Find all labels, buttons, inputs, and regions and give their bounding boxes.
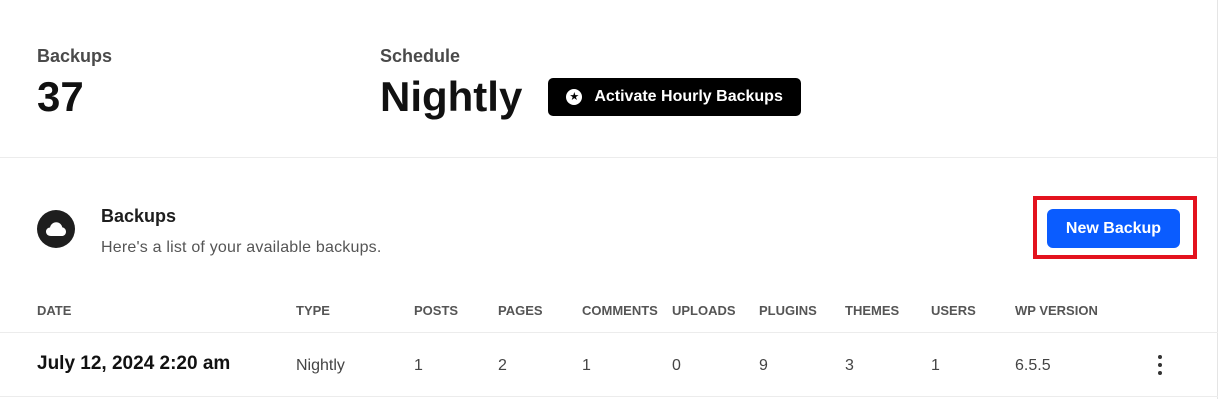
activate-hourly-backups-label: Activate Hourly Backups — [594, 88, 783, 105]
section-title: Backups — [101, 206, 177, 226]
schedule-value: Nightly — [380, 73, 523, 120]
table-row[interactable]: July 12, 2024 2:20 am Nightly 1 2 1 0 9 … — [0, 333, 1218, 397]
header-date: DATE — [37, 303, 72, 318]
backups-list-card: Backups Here's a list of your available … — [0, 158, 1218, 399]
header-pages: PAGES — [498, 303, 543, 318]
section-description: Here's a list of your available backups. — [101, 239, 382, 256]
header-posts: POSTS — [414, 303, 459, 318]
row-posts: 1 — [414, 357, 423, 374]
row-uploads: 0 — [672, 357, 681, 374]
header-uploads: UPLOADS — [672, 303, 736, 318]
activate-hourly-backups-button[interactable]: ★ Activate Hourly Backups — [548, 78, 801, 116]
new-backup-button[interactable]: New Backup — [1047, 209, 1180, 248]
row-plugins: 9 — [759, 357, 768, 374]
backups-stat: Backups 37 — [37, 46, 112, 118]
star-icon: ★ — [566, 89, 583, 105]
schedule-stat: Schedule Nightly ★ Activate Hourly Backu… — [380, 46, 801, 118]
row-users: 1 — [931, 357, 940, 374]
backups-count-label: Backups — [37, 46, 113, 66]
header-plugins: PLUGINS — [759, 303, 817, 318]
table-header: DATE TYPE POSTS PAGES COMMENTS UPLOADS P… — [0, 290, 1218, 333]
backups-count-value: 37 — [37, 73, 84, 120]
header-users: USERS — [931, 303, 976, 318]
row-type: Nightly — [296, 357, 345, 374]
row-comments: 1 — [582, 357, 591, 374]
schedule-label: Schedule — [380, 46, 461, 66]
row-pages: 2 — [498, 357, 507, 374]
cloud-icon — [37, 210, 75, 248]
row-date: July 12, 2024 2:20 am — [37, 353, 231, 374]
header-type: TYPE — [296, 303, 330, 318]
stats-card: Backups 37 Schedule Nightly ★ Activate H… — [0, 0, 1218, 158]
header-wp-version: WP VERSION — [1015, 303, 1098, 318]
header-themes: THEMES — [845, 303, 900, 318]
header-comments: COMMENTS — [582, 303, 658, 318]
row-wp-version: 6.5.5 — [1015, 357, 1051, 374]
row-themes: 3 — [845, 357, 854, 374]
more-options-icon[interactable] — [1150, 353, 1170, 377]
